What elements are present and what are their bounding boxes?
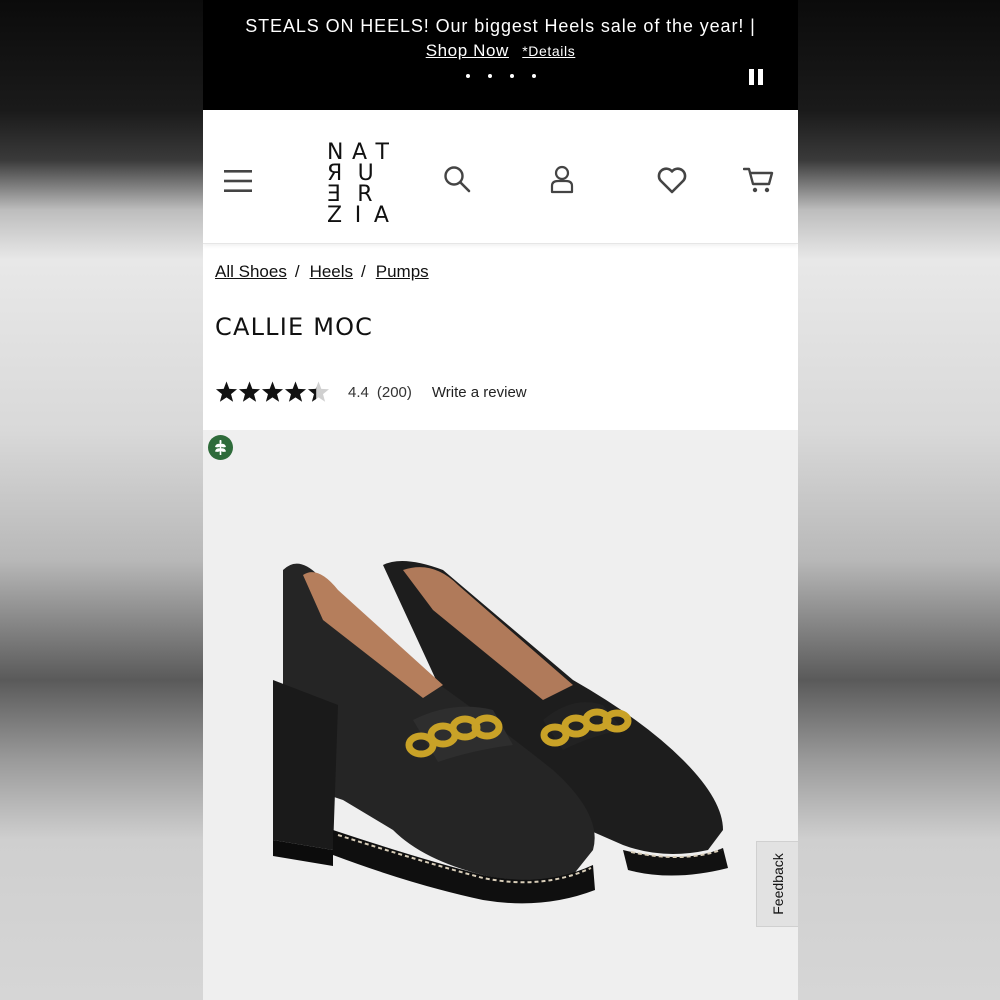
carousel-dots [466,68,536,84]
star-icon [216,381,237,402]
logo-letter: I [354,203,362,228]
logo-row: NAT [327,140,389,165]
carousel-dot[interactable] [532,74,536,78]
breadcrumb-separator: / [361,262,366,281]
star-icon [262,381,283,402]
logo-letter: T [375,140,389,165]
breadcrumb: All Shoes / Heels / Pumps [215,262,429,282]
product-rating: 4.4 (200) Write a review [215,379,527,405]
feedback-label: Feedback [769,853,786,915]
cart-icon[interactable] [743,166,775,194]
breadcrumb-heels[interactable]: Heels [310,262,353,281]
logo-letter: Я [327,161,343,186]
carousel-dot[interactable] [466,74,470,78]
promo-links: Shop Now *Details [203,41,798,61]
eco-leaf-icon [208,435,233,460]
star-icon [239,381,260,402]
promo-banner: STEALS ON HEELS! Our biggest Heels sale … [203,0,798,110]
breadcrumb-separator: / [294,262,300,281]
site-header: NATЯUƎRZIA [203,110,798,244]
star-icon [308,381,329,402]
logo-letter: Ǝ [327,182,341,207]
menu-icon[interactable] [223,167,253,195]
account-icon[interactable] [550,164,574,194]
carousel-dot[interactable] [510,74,514,78]
feedback-tab[interactable]: Feedback [756,841,798,927]
promo-headline: STEALS ON HEELS! Our biggest Heels sale … [245,16,756,36]
shop-now-link[interactable]: Shop Now [426,41,509,60]
logo-row: ЯU [327,161,389,186]
breadcrumb-pumps[interactable]: Pumps [376,262,429,281]
logo-row: ƎR [327,182,389,207]
logo-letter: Z [327,203,343,228]
heart-icon[interactable] [657,166,687,194]
logo-letter: N [327,140,344,165]
logo-letter: A [373,203,389,228]
review-count[interactable]: (200) [377,384,412,401]
product-image-area[interactable]: Feedback [203,430,798,1000]
mobile-page: STEALS ON HEELS! Our biggest Heels sale … [203,0,798,1000]
search-icon[interactable] [443,165,471,195]
star-icon [285,381,306,402]
pause-icon[interactable] [749,69,763,85]
carousel-dot[interactable] [488,74,492,78]
product-image [273,561,728,904]
rating-stars[interactable] [215,380,330,404]
write-review-link[interactable]: Write a review [432,384,527,401]
logo-letter: A [351,140,368,165]
breadcrumb-all-shoes[interactable]: All Shoes [215,262,287,281]
product-title: CALLIE MOC [215,313,374,341]
logo-letter: R [357,182,373,207]
details-link[interactable]: *Details [522,43,575,59]
brand-logo[interactable]: NATЯUƎRZIA [327,140,389,228]
logo-row: ZIA [327,203,389,228]
logo-letter: U [357,161,374,186]
rating-value: 4.4 [348,383,369,401]
